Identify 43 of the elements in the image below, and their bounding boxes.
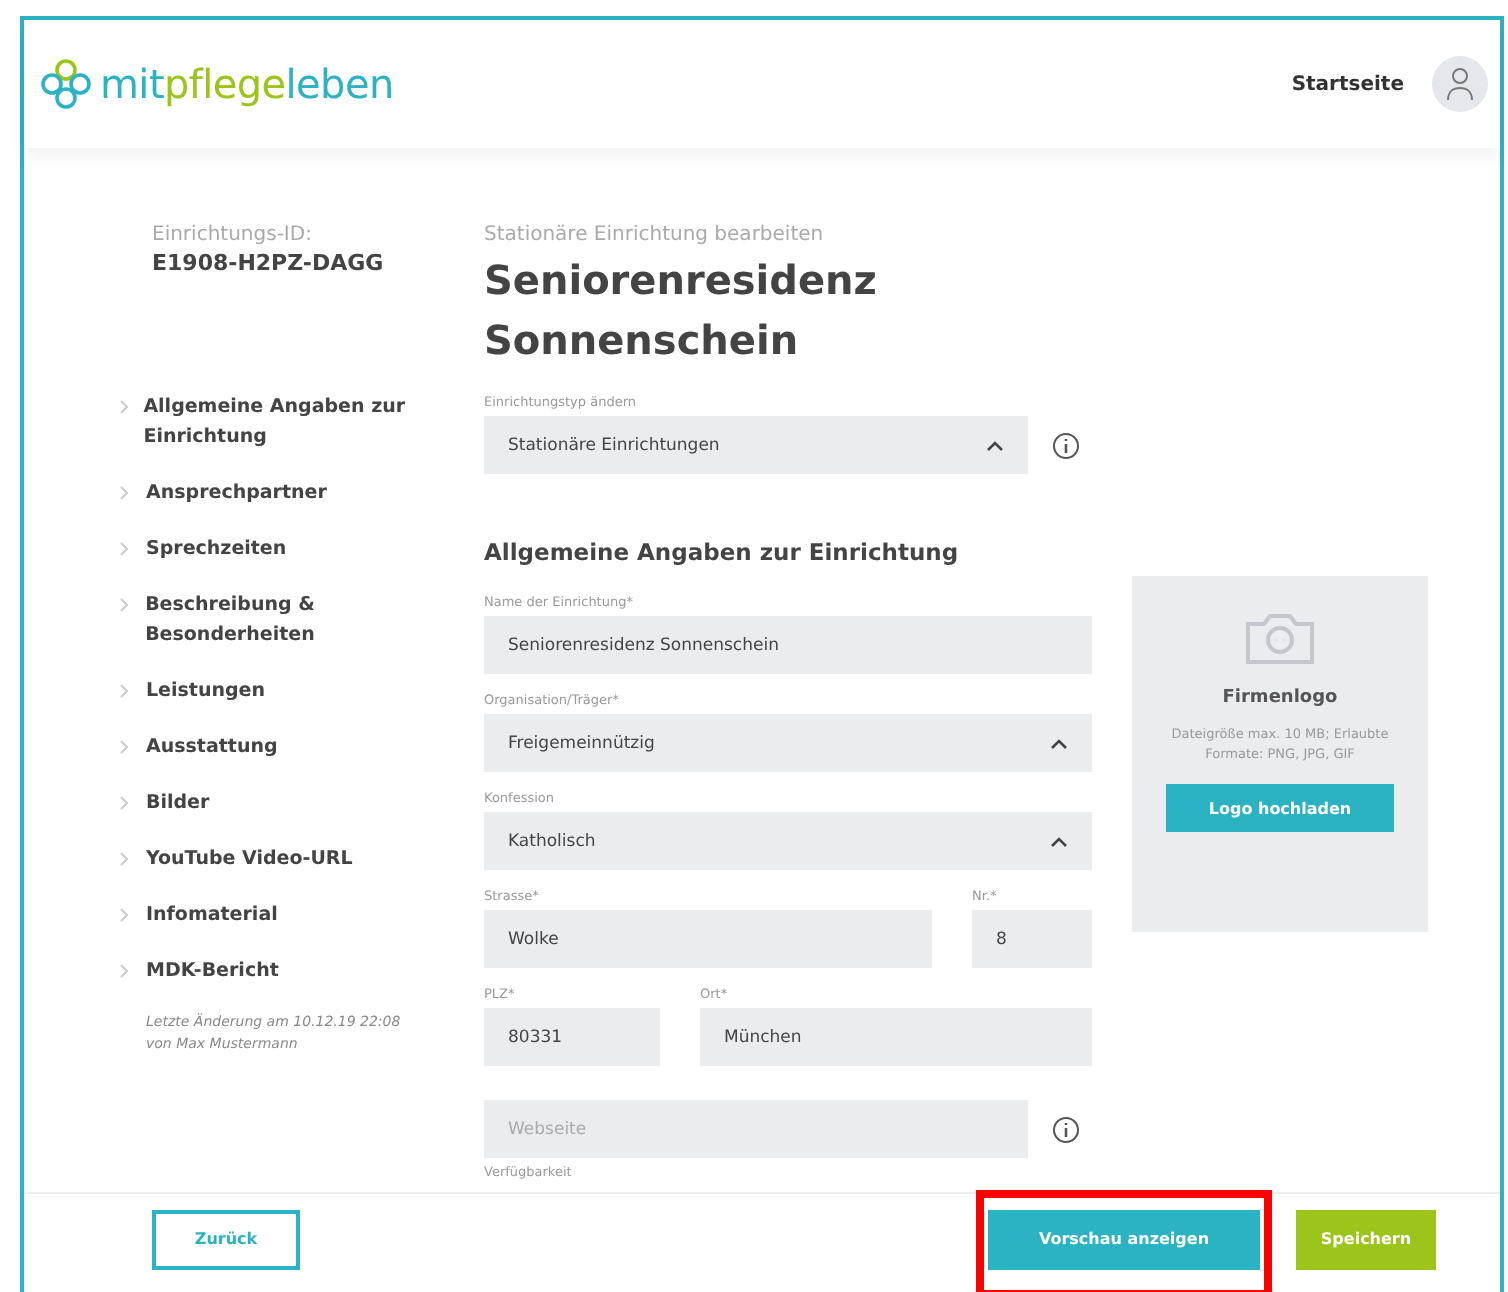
sidebar-item[interactable]: Bilder [120, 788, 472, 818]
sidebar-item[interactable]: Allgemeine Angaben zur Einrichtung [120, 392, 472, 452]
section-title: Allgemeine Angaben zur Einrichtung [484, 538, 961, 566]
chevron-icon [120, 796, 128, 810]
input-field[interactable]: Wolke [484, 910, 932, 968]
caret-icon [986, 439, 1004, 451]
id-label: Einrichtungs-ID: [152, 224, 314, 246]
chevron-icon [120, 908, 128, 922]
caret-icon [1050, 737, 1068, 749]
card-title: Firmenlogo [1222, 688, 1338, 708]
home-link[interactable]: Startseite [1291, 73, 1404, 95]
id-value: E1908-H2PZ-DAGG [152, 250, 386, 276]
input-field[interactable]: Seniorenresidenz Sonnenschein [484, 616, 1092, 674]
caret-icon [1050, 835, 1068, 847]
sidebar-item[interactable]: MDK-Bericht [120, 956, 472, 986]
page-title: Seniorenresidenz Sonnenschein [484, 254, 879, 368]
info-icon[interactable] [1052, 431, 1080, 459]
camera-icon [1242, 608, 1318, 668]
sidebar-item[interactable]: Sprechzeiten [120, 534, 472, 564]
logo-icon [40, 58, 92, 110]
chevron-icon [120, 740, 128, 754]
sidebar-item[interactable]: Ansprechpartner [120, 478, 472, 508]
sidebar-item[interactable]: Beschreibung & Besonderheiten [120, 590, 472, 650]
input-field[interactable]: 8 [972, 910, 1092, 968]
chevron-icon [120, 486, 128, 500]
chevron-icon [120, 598, 128, 612]
input-field[interactable]: 80331 [484, 1008, 660, 1066]
sidebar-item[interactable]: Ausstattung [120, 732, 472, 762]
select-field[interactable]: Katholisch [484, 812, 1092, 870]
sidebar-item[interactable]: YouTube Video-URL [120, 844, 472, 874]
sidebar-item[interactable]: Leistungen [120, 676, 472, 706]
sidebar-item[interactable]: Infomaterial [120, 900, 472, 930]
chevron-icon [120, 542, 128, 556]
select-field[interactable]: Freigemeinnützig [484, 714, 1092, 772]
chevron-icon [120, 852, 128, 866]
info-icon[interactable] [1052, 1115, 1080, 1143]
page-subtitle: Stationäre Einrichtung bearbeiten [484, 224, 826, 246]
chevron-icon [120, 964, 128, 978]
avatar-icon[interactable] [1432, 56, 1488, 112]
chevron-icon [120, 400, 128, 414]
select-field[interactable]: Stationäre Einrichtungen [484, 416, 1028, 474]
input-field[interactable]: München [700, 1008, 1092, 1066]
chevron-icon [120, 684, 128, 698]
